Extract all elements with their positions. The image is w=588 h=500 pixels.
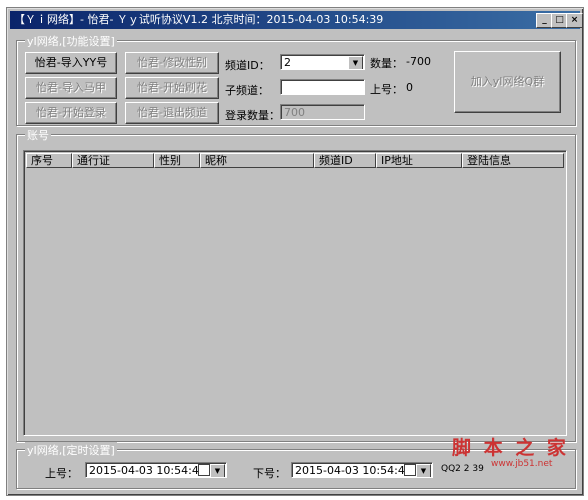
exit-channel-button[interactable]: 怡君-退出频道 — [125, 102, 219, 124]
count-value: -700 — [406, 55, 431, 68]
accounts-legend: 账号 — [25, 127, 51, 143]
start-login-button[interactable]: 怡君-开始登录 — [25, 102, 117, 124]
login-count-input[interactable]: 700 — [280, 104, 365, 120]
login-count-label: 登录数量： — [225, 109, 280, 122]
close-button[interactable]: × — [566, 13, 583, 28]
end-time-picker[interactable]: 2015-04-03 10:54:47 ▼ — [291, 462, 433, 478]
end-time-value: 2015-04-03 10:54:47 — [295, 464, 412, 477]
chevron-down-icon[interactable]: ▼ — [348, 56, 363, 69]
column-header-channel-id[interactable]: 频道ID — [314, 153, 376, 168]
start-time-picker[interactable]: 2015-04-03 10:54:47 ▼ — [85, 462, 227, 478]
change-gender-button[interactable]: 怡君-修改性别 — [125, 52, 219, 74]
column-header-gender[interactable]: 性别 — [154, 153, 200, 168]
start-time-label: 上号： — [45, 467, 78, 480]
watermark-logo: 脚 本 之 家 — [452, 437, 569, 459]
accounts-list-header: 序号 通行证 性别 昵称 频道ID IP地址 登陆信息 — [26, 153, 564, 168]
channel-id-label: 频道ID： — [225, 59, 270, 72]
import-yy-button[interactable]: 怡君-导入YY号 — [25, 52, 117, 74]
join-qq-group-button[interactable]: 加入yI网络Q群 — [454, 51, 561, 113]
start-time-value: 2015-04-03 10:54:47 — [89, 464, 206, 477]
window-title: 【Ｙｉ网络】- 怡君- Ｙｙ试听协议V1.2 北京时间：2015-04-03 1… — [14, 13, 384, 26]
column-header-passport[interactable]: 通行证 — [72, 153, 154, 168]
timer-settings-legend: yI网络,[定时设置] — [25, 442, 117, 458]
channel-id-select[interactable]: 2 ▼ — [280, 54, 365, 70]
end-time-label: 下号： — [253, 467, 286, 480]
sub-channel-input[interactable] — [280, 79, 365, 95]
qq-number-text: QQ2 2 39 — [441, 464, 484, 474]
accounts-list[interactable]: 序号 通行证 性别 昵称 频道ID IP地址 登陆信息 — [23, 150, 567, 436]
column-header-nickname[interactable]: 昵称 — [200, 153, 314, 168]
send-flowers-button[interactable]: 怡君-开始刷花 — [125, 77, 219, 99]
start-time-checkbox[interactable] — [198, 464, 210, 476]
app-window: 【Ｙｉ网络】- 怡君- Ｙｙ试听协议V1.2 北京时间：2015-04-03 1… — [6, 7, 584, 496]
import-vest-button[interactable]: 怡君-导入马甲 — [25, 77, 117, 99]
online-label: 上号： — [370, 83, 403, 96]
chevron-down-icon[interactable]: ▼ — [416, 464, 431, 477]
title-bar[interactable]: 【Ｙｉ网络】- 怡君- Ｙｙ试听协议V1.2 北京时间：2015-04-03 1… — [10, 11, 583, 29]
function-settings-group: yI网络,[功能设置] 怡君-导入YY号 怡君-修改性别 怡君-导入马甲 怡君-… — [16, 33, 576, 126]
column-header-login-info[interactable]: 登陆信息 — [462, 153, 564, 168]
chevron-down-icon[interactable]: ▼ — [210, 464, 225, 477]
column-header-ip-address[interactable]: IP地址 — [376, 153, 462, 168]
column-header-index[interactable]: 序号 — [26, 153, 72, 168]
online-value: 0 — [406, 81, 413, 94]
watermark-url: www.jb51.net — [491, 459, 553, 469]
channel-id-value: 2 — [284, 56, 291, 69]
sub-channel-label: 子频道： — [225, 84, 269, 97]
function-settings-legend: yI网络,[功能设置] — [25, 33, 117, 49]
end-time-checkbox[interactable] — [404, 464, 416, 476]
count-label: 数量： — [370, 57, 403, 70]
